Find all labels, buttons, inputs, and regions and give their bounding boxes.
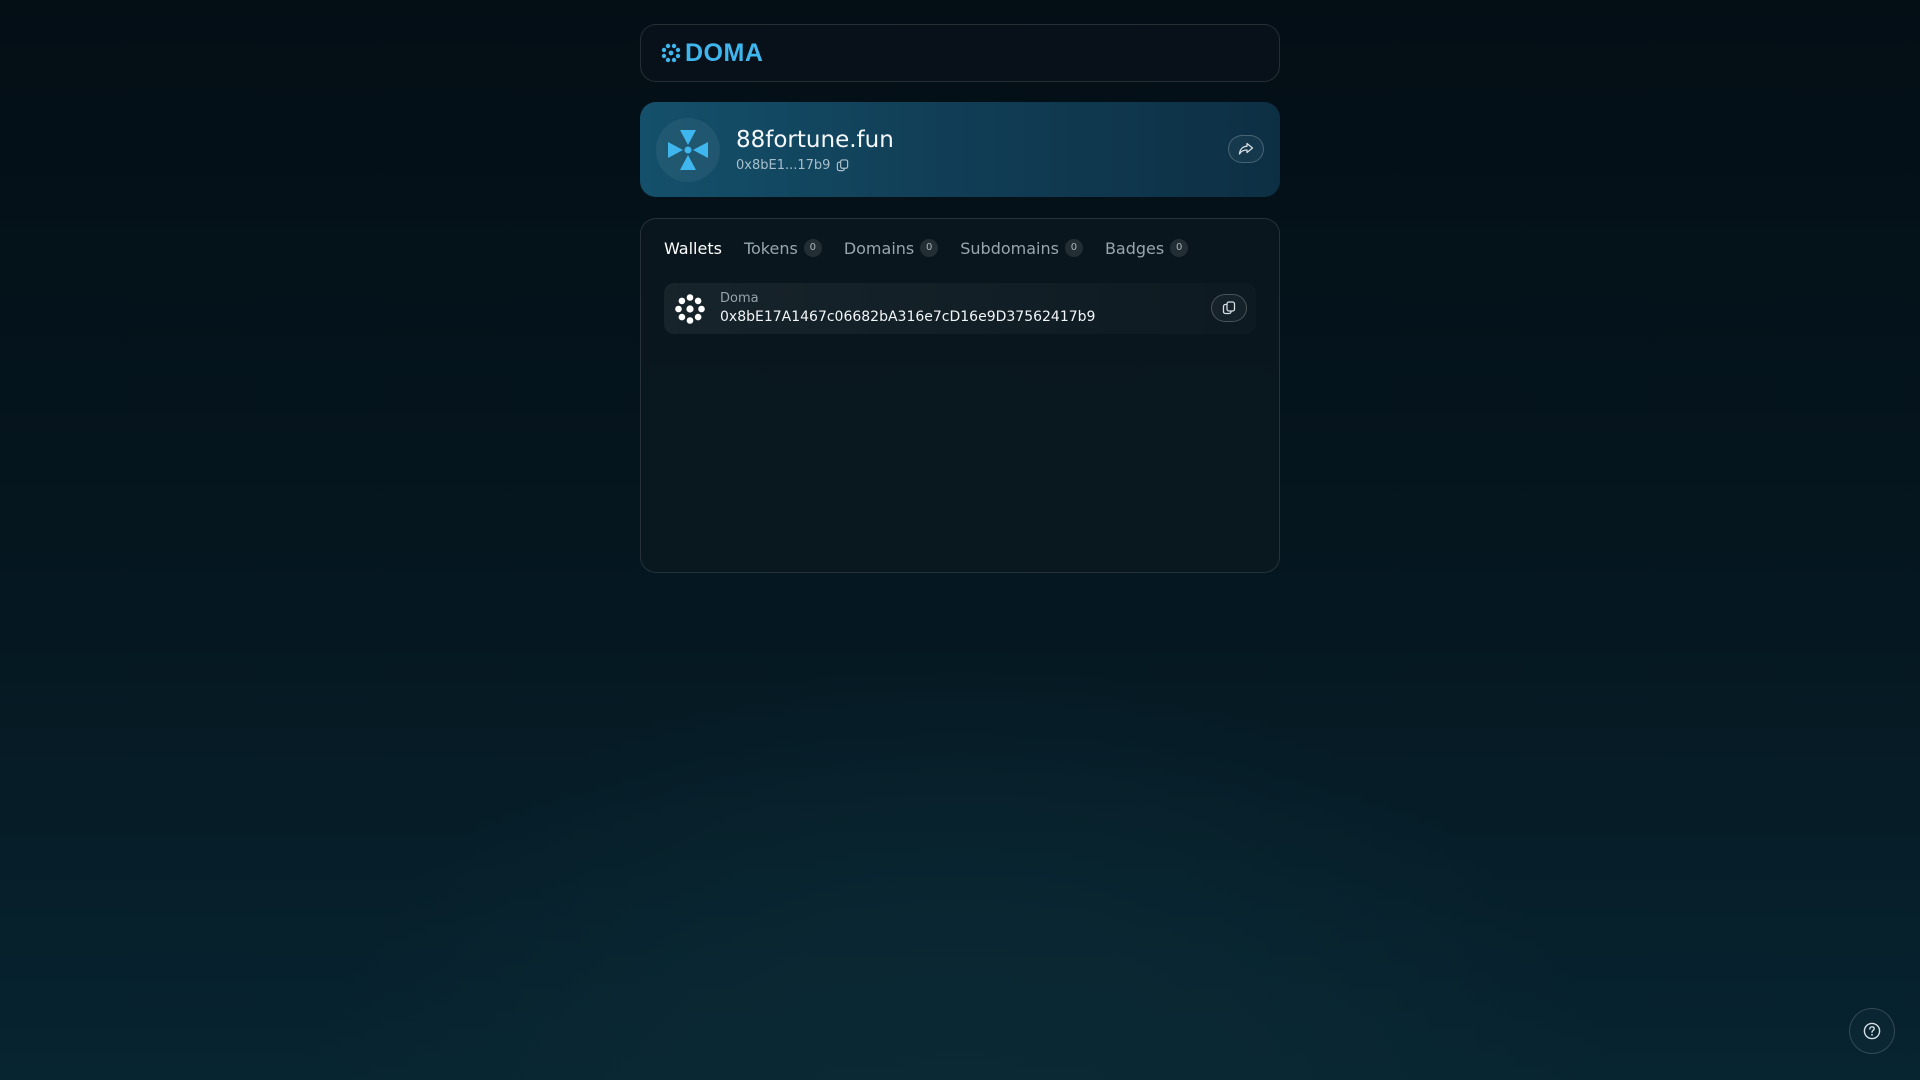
tab-label: Badges xyxy=(1104,238,1165,258)
doma-logo[interactable]: DOMA xyxy=(661,39,763,68)
tabs-panel: Wallets Tokens 0 Domains 0 Subdomains 0 … xyxy=(640,218,1280,573)
wallet-chain-logo xyxy=(674,293,706,325)
brand-name: DOMA xyxy=(685,38,764,67)
doma-flower-icon xyxy=(675,293,705,324)
tab-subdomains[interactable]: Subdomains 0 xyxy=(960,239,1083,258)
share-button[interactable] xyxy=(1228,135,1264,163)
tab-count-badge: 0 xyxy=(1064,239,1083,257)
profile-avatar xyxy=(656,117,720,182)
profile-info: 88fortune.fun 0x8bE1...17b9 xyxy=(736,126,894,173)
copy-address-button[interactable] xyxy=(1211,294,1247,322)
profile-short-address: 0x8bE1...17b9 xyxy=(736,158,831,173)
tab-label: Domains xyxy=(843,238,915,258)
help-icon xyxy=(1863,1022,1881,1040)
tab-badges[interactable]: Badges 0 xyxy=(1104,238,1189,258)
share-icon xyxy=(1238,142,1254,155)
tab-domains[interactable]: Domains 0 xyxy=(843,238,939,258)
top-bar: DOMA xyxy=(640,24,1280,82)
wallet-info: Doma 0x8bE17A1467c06682bA316e7cD16e9D375… xyxy=(720,291,1095,327)
tab-tokens[interactable]: Tokens 0 xyxy=(744,239,822,258)
tab-count-badge: 0 xyxy=(920,239,939,257)
copy-icon[interactable] xyxy=(836,159,849,172)
profile-card: 88fortune.fun 0x8bE1...17b9 xyxy=(640,102,1280,197)
help-button[interactable] xyxy=(1849,1008,1895,1054)
tab-wallets[interactable]: Wallets xyxy=(664,239,722,258)
main-column: DOMA 88fortune.fun 0x8bE1...17b9 Wallets… xyxy=(640,24,1280,573)
copy-icon xyxy=(1222,301,1236,315)
doma-logo-icon xyxy=(661,43,681,63)
profile-address-row: 0x8bE1...17b9 xyxy=(736,158,894,173)
tab-count-badge: 0 xyxy=(803,239,822,257)
wallet-address: 0x8bE17A1467c06682bA316e7cD16e9D37562417… xyxy=(720,308,1096,325)
wallet-chain-name: Doma xyxy=(720,290,759,306)
tab-label: Wallets xyxy=(664,238,722,258)
tab-label: Tokens xyxy=(743,238,798,258)
wallet-row: Doma 0x8bE17A1467c06682bA316e7cD16e9D375… xyxy=(664,283,1256,334)
tab-label: Subdomains xyxy=(960,238,1059,258)
tab-bar: Wallets Tokens 0 Domains 0 Subdomains 0 … xyxy=(664,237,1256,259)
tab-count-badge: 0 xyxy=(1170,239,1189,257)
doma-x-icon xyxy=(668,129,708,170)
profile-name: 88fortune.fun xyxy=(736,127,894,153)
